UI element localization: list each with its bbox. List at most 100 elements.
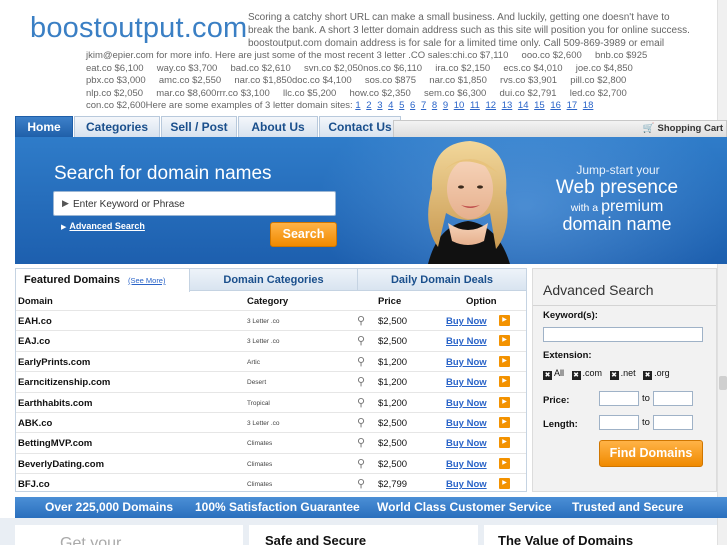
tab-about-us[interactable]: About Us (238, 116, 318, 138)
example-page-link[interactable]: 2 (366, 100, 371, 111)
domain-price: $2,500 (378, 316, 408, 327)
tagline-domain-name: domain name (562, 214, 672, 234)
example-page-link[interactable]: 16 (550, 100, 561, 111)
keyword-label: Keyword(s): (543, 310, 598, 321)
example-page-link[interactable]: 13 (502, 100, 513, 111)
buy-now-link[interactable]: Buy Now (446, 316, 487, 327)
features-bar: Over 225,000 Domains 100% Satisfaction G… (15, 497, 727, 518)
extension-options: ✖ All ✖ .com ✖ .net ✖ .org (543, 368, 670, 380)
go-arrow-icon[interactable]: ▶ (499, 335, 510, 347)
length-max-input[interactable] (653, 415, 693, 430)
example-page-link[interactable]: 9 (443, 100, 448, 111)
price-max-input[interactable] (653, 391, 693, 406)
go-arrow-icon[interactable]: ▶ (499, 478, 510, 490)
scrollbar-thumb[interactable] (719, 376, 727, 390)
ext-com-checkbox[interactable]: ✖ (571, 371, 581, 380)
buy-now-link[interactable]: Buy Now (446, 418, 487, 429)
length-min-input[interactable] (599, 415, 639, 430)
magnifier-icon[interactable]: ⚲ (357, 355, 365, 368)
example-page-link[interactable]: 12 (485, 100, 496, 111)
domain-category: Climates (247, 440, 273, 448)
buy-now-link[interactable]: Buy Now (446, 479, 487, 490)
example-page-link[interactable]: 14 (518, 100, 529, 111)
example-page-link[interactable]: 15 (534, 100, 545, 111)
domain-name[interactable]: EAJ.co (18, 336, 50, 347)
example-page-link[interactable]: 5 (399, 100, 404, 111)
find-domains-button[interactable]: Find Domains (599, 440, 703, 467)
tab-contact-us[interactable]: Contact Us (319, 116, 401, 138)
example-page-link[interactable]: 3 (377, 100, 382, 111)
domain-category: Desert (247, 379, 267, 387)
cart-icon: 🛒 (642, 123, 655, 134)
domain-name[interactable]: Earncitizenship.com (18, 377, 110, 388)
domain-price: $2,500 (378, 438, 408, 450)
magnifier-icon[interactable]: ⚲ (357, 334, 365, 347)
tab-domain-categories[interactable]: Domain Categories (190, 269, 358, 291)
col-category: Category (247, 296, 289, 307)
ext-all-checkbox[interactable]: ✖ (543, 371, 552, 380)
price-min-input[interactable] (599, 391, 639, 406)
tab-daily-domain-deals[interactable]: Daily Domain Deals (358, 269, 526, 291)
domain-name[interactable]: BettingMVP.com (18, 438, 92, 449)
magnifier-icon[interactable]: ⚲ (357, 457, 365, 470)
vertical-scrollbar[interactable] (717, 0, 727, 545)
go-arrow-icon[interactable]: ▶ (499, 437, 510, 449)
example-page-link[interactable]: 4 (388, 100, 393, 111)
example-page-link[interactable]: 18 (583, 100, 594, 111)
tab-categories[interactable]: Categories (74, 116, 160, 138)
see-more-link[interactable]: (See More) (128, 276, 166, 285)
bottom-col-safe-secure: Safe and Secure (249, 525, 478, 545)
magnifier-icon[interactable]: ⚲ (357, 314, 365, 327)
domain-name[interactable]: ABK.co (18, 418, 52, 429)
ext-org-checkbox[interactable]: ✖ (643, 371, 653, 380)
magnifier-icon[interactable]: ⚲ (357, 396, 365, 409)
go-arrow-icon[interactable]: ▶ (499, 315, 510, 326)
advanced-search-link[interactable]: ▶ Advanced Search (61, 221, 145, 231)
go-arrow-icon[interactable]: ▶ (499, 396, 510, 408)
shopping-cart-link[interactable]: 🛒 Shopping Cart (643, 123, 723, 134)
examples-line: con.co $2,600Here are some examples of 3… (86, 100, 698, 113)
feature-customer-service: World Class Customer Service (377, 500, 552, 514)
example-page-link[interactable]: 1 (355, 100, 360, 111)
domain-name[interactable]: BeverlyDating.com (18, 459, 104, 470)
search-button[interactable]: Search (270, 222, 337, 247)
go-arrow-icon[interactable]: ▶ (499, 355, 510, 367)
buy-now-link[interactable]: Buy Now (446, 459, 487, 470)
domain-category: 3 Letter .co (247, 420, 280, 427)
example-page-link[interactable]: 17 (567, 100, 578, 111)
sales-line: pbx.co $3,000 amc.co $2,550 nar.co $1,85… (86, 75, 627, 87)
domain-name[interactable]: BFJ.co (18, 479, 50, 490)
buy-now-link[interactable]: Buy Now (446, 357, 487, 368)
example-page-link[interactable]: 8 (432, 100, 437, 111)
domains-panel: Featured Domains (See More) Domain Catego… (15, 268, 527, 492)
buy-now-link[interactable]: Buy Now (446, 336, 487, 347)
example-page-link[interactable]: 6 (410, 100, 415, 111)
sales-line: jkim@epier.com for more info. Here are j… (86, 50, 648, 61)
tab-featured-domains[interactable]: Featured Domains (See More) (16, 269, 190, 292)
site-logo[interactable]: boostoutput.com (30, 12, 247, 45)
domain-name[interactable]: EAH.co (18, 316, 52, 327)
domain-name[interactable]: EarlyPrints.com (18, 357, 90, 368)
search-input[interactable] (73, 195, 331, 213)
buy-now-link[interactable]: Buy Now (446, 377, 487, 388)
magnifier-icon[interactable]: ⚲ (357, 477, 365, 490)
magnifier-icon[interactable]: ⚲ (357, 375, 365, 388)
tab-home[interactable]: Home (15, 116, 73, 138)
buy-now-link[interactable]: Buy Now (446, 398, 487, 409)
ext-net-checkbox[interactable]: ✖ (609, 371, 619, 380)
domain-category: 3 Letter .co (247, 318, 280, 325)
sales-line: eat.co $6,100 way.co $3,700 bad.co $2,61… (86, 62, 633, 74)
example-page-link[interactable]: 11 (470, 100, 480, 111)
go-arrow-icon[interactable]: ▶ (499, 417, 510, 428)
domain-price: $2,500 (378, 418, 408, 429)
example-page-link[interactable]: 10 (454, 100, 465, 111)
magnifier-icon[interactable]: ⚲ (357, 436, 365, 449)
domain-name[interactable]: Earthhabits.com (18, 398, 92, 409)
go-arrow-icon[interactable]: ▶ (499, 376, 510, 388)
example-page-link[interactable]: 7 (421, 100, 426, 111)
buy-now-link[interactable]: Buy Now (446, 438, 487, 449)
go-arrow-icon[interactable]: ▶ (499, 457, 510, 469)
keyword-input[interactable] (543, 327, 703, 342)
magnifier-icon[interactable]: ⚲ (357, 416, 365, 429)
tab-sell-post[interactable]: Sell / Post (161, 116, 237, 138)
